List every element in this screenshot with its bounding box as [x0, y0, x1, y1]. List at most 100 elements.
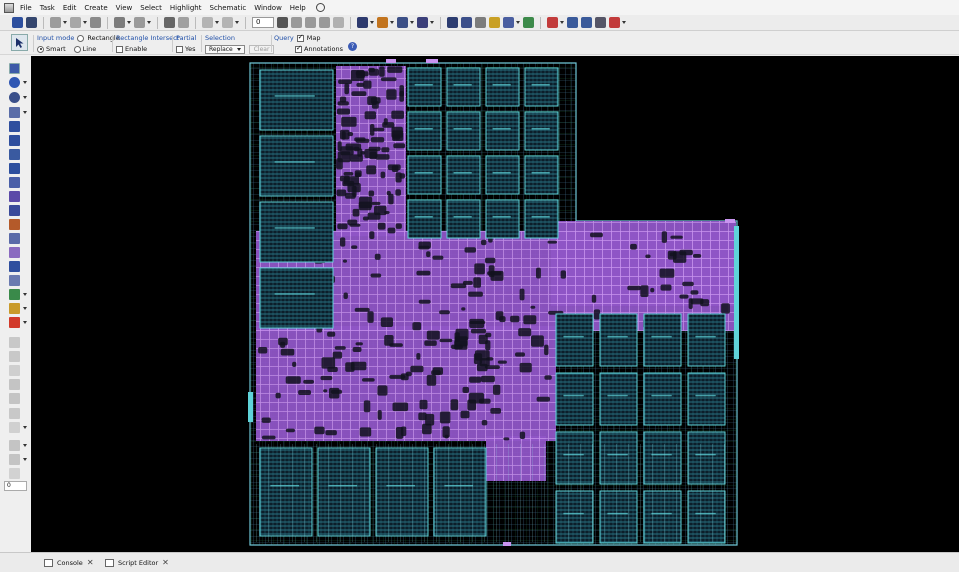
brush-icon[interactable]	[9, 379, 20, 390]
tab-console[interactable]: Console ✕	[40, 556, 98, 569]
boundary-icon[interactable]	[9, 261, 20, 272]
select-tool-button[interactable]	[11, 34, 28, 51]
partial-yes-checkbox[interactable]	[176, 45, 183, 53]
frame-icon[interactable]	[9, 408, 20, 419]
resize-icon[interactable]	[9, 177, 20, 188]
lock-icon[interactable]	[9, 337, 20, 348]
power-icon[interactable]	[581, 17, 592, 28]
pencil-icon[interactable]	[50, 17, 61, 28]
selection-mode-select[interactable]: Replace	[205, 45, 245, 54]
layers-icon[interactable]	[417, 17, 428, 28]
chevron-down-icon[interactable]	[560, 21, 564, 24]
chevron-down-icon[interactable]	[23, 444, 27, 447]
search-icon[interactable]	[315, 3, 325, 12]
radio-line[interactable]	[73, 45, 81, 53]
group-icon[interactable]	[9, 303, 20, 314]
origin-icon[interactable]	[9, 468, 20, 479]
menu-help[interactable]: Help	[290, 4, 306, 12]
close-icon[interactable]: ✕	[87, 558, 94, 567]
chevron-down-icon[interactable]	[23, 307, 27, 310]
array-icon[interactable]	[9, 247, 20, 258]
save-icon[interactable]	[26, 17, 37, 28]
chevron-down-icon[interactable]	[127, 21, 131, 24]
duplicate-icon[interactable]	[9, 233, 20, 244]
zoom-icon[interactable]	[9, 92, 20, 103]
grid-icon[interactable]	[397, 17, 408, 28]
text-icon[interactable]	[9, 365, 20, 376]
menu-edit[interactable]: Edit	[63, 4, 77, 12]
flip-icon[interactable]	[9, 440, 20, 451]
menu-task[interactable]: Task	[40, 4, 55, 12]
chevron-down-icon[interactable]	[622, 21, 626, 24]
map-checkbox[interactable]	[296, 33, 304, 42]
pin-icon[interactable]	[475, 17, 486, 28]
layout-canvas[interactable]	[31, 56, 959, 552]
radio-rectangle[interactable]	[77, 34, 85, 42]
hierarchy-alt-icon[interactable]	[134, 17, 145, 28]
rectangle-icon[interactable]	[9, 422, 20, 433]
open-folder-icon[interactable]	[12, 17, 23, 28]
align-right-icon[interactable]	[319, 17, 330, 28]
menu-view[interactable]: View	[116, 4, 133, 12]
annotations-checkbox[interactable]	[295, 44, 302, 53]
descend-icon[interactable]	[164, 17, 175, 28]
ascend-icon[interactable]	[178, 17, 189, 28]
place-icon[interactable]	[9, 163, 20, 174]
align-top-icon[interactable]	[333, 17, 344, 28]
highlight-icon[interactable]	[489, 17, 500, 28]
select-arrow-icon[interactable]	[9, 63, 20, 74]
unlock-icon[interactable]	[9, 351, 20, 362]
net-icon[interactable]	[377, 17, 388, 28]
delete-icon[interactable]	[9, 317, 20, 328]
chevron-down-icon[interactable]	[235, 21, 239, 24]
chevron-down-icon[interactable]	[215, 21, 219, 24]
path-icon[interactable]	[9, 205, 20, 216]
align-center-icon[interactable]	[305, 17, 316, 28]
menu-window[interactable]: Window	[254, 4, 282, 12]
split-icon[interactable]	[9, 191, 20, 202]
undo-icon[interactable]	[202, 17, 213, 28]
chevron-down-icon[interactable]	[516, 21, 520, 24]
list-icon[interactable]	[595, 17, 606, 28]
pdf-icon[interactable]	[609, 17, 620, 28]
help-icon[interactable]: ?	[348, 42, 357, 51]
chevron-down-icon[interactable]	[390, 21, 394, 24]
drc-icon[interactable]	[523, 17, 534, 28]
info-icon[interactable]	[9, 77, 20, 88]
histogram-icon[interactable]	[9, 289, 20, 300]
hierarchy-icon[interactable]	[114, 17, 125, 28]
chevron-down-icon[interactable]	[23, 81, 27, 84]
align-left-icon[interactable]	[291, 17, 302, 28]
ruler-icon[interactable]	[9, 107, 20, 118]
enable-checkbox[interactable]	[116, 45, 123, 53]
fill-icon[interactable]	[9, 454, 20, 465]
menu-highlight[interactable]: Highlight	[170, 4, 202, 12]
chevron-down-icon[interactable]	[147, 21, 151, 24]
redo-icon[interactable]	[222, 17, 233, 28]
asterisk-icon[interactable]	[90, 17, 101, 28]
chevron-down-icon[interactable]	[23, 293, 27, 296]
chevron-down-icon[interactable]	[23, 96, 27, 99]
copy-icon[interactable]	[9, 149, 20, 160]
chevron-down-icon[interactable]	[23, 458, 27, 461]
menu-select[interactable]: Select	[140, 4, 162, 12]
cell-icon[interactable]	[9, 219, 20, 230]
timing-icon[interactable]	[503, 17, 514, 28]
chevron-down-icon[interactable]	[23, 426, 27, 429]
chevron-down-icon[interactable]	[430, 21, 434, 24]
chevron-down-icon[interactable]	[410, 21, 414, 24]
zoom-spinner[interactable]: 0	[252, 17, 274, 28]
menu-file[interactable]: File	[20, 4, 32, 12]
close-icon[interactable]: ✕	[162, 558, 169, 567]
move-icon[interactable]	[9, 121, 20, 132]
palette-value-field[interactable]: 0	[4, 481, 27, 491]
region-icon[interactable]	[9, 275, 20, 286]
cut-icon[interactable]	[70, 17, 81, 28]
violation-icon[interactable]	[567, 17, 578, 28]
report-icon[interactable]	[547, 17, 558, 28]
chevron-down-icon[interactable]	[370, 21, 374, 24]
zoom-fit-icon[interactable]	[277, 17, 288, 28]
comment-icon[interactable]	[357, 17, 368, 28]
paint-icon[interactable]	[9, 393, 20, 404]
stretch-icon[interactable]	[9, 135, 20, 146]
